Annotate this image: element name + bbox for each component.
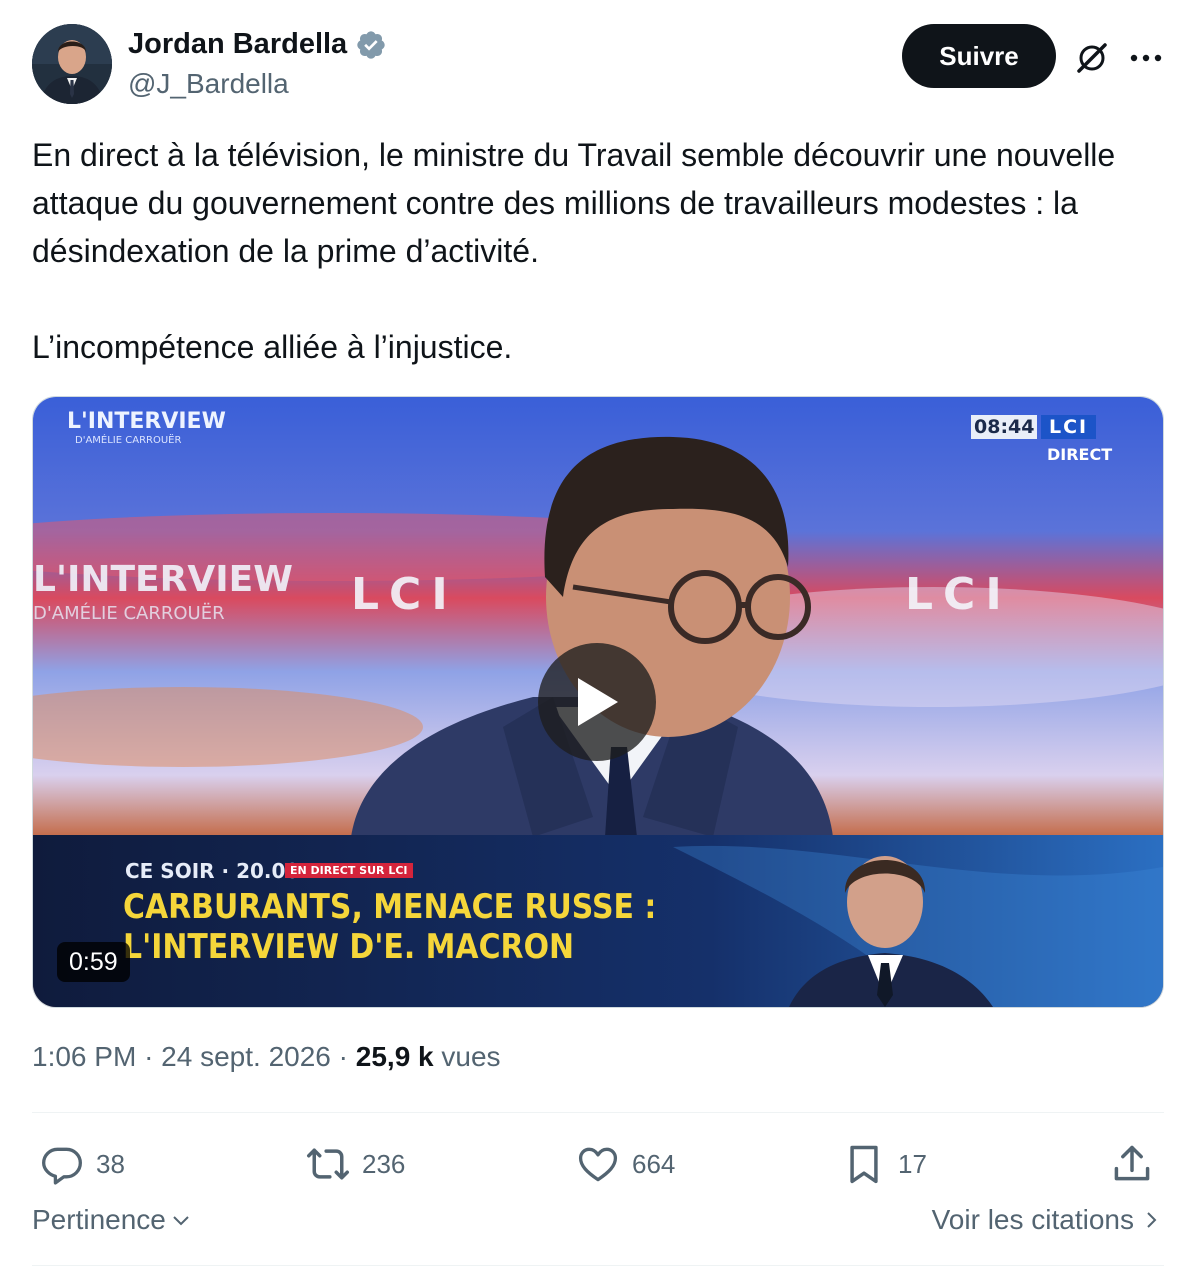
tweet-date[interactable]: 24 sept. 2026 [161, 1041, 331, 1072]
retweet-icon [307, 1148, 349, 1180]
views-count: 25,9 k [355, 1041, 434, 1072]
backdrop-logo: LCI [905, 569, 1012, 620]
chevron-down-icon [173, 1216, 189, 1226]
bookmark-count: 17 [898, 1148, 927, 1179]
live-label: DIRECT [1047, 445, 1113, 464]
chevron-right-icon [1147, 1212, 1157, 1228]
backdrop-logo: LCI [351, 569, 458, 620]
headline-line-2: L'INTERVIEW D'E. MACRON [123, 927, 575, 967]
show-title: L'INTERVIEW [67, 409, 226, 434]
bookmark-icon [850, 1145, 878, 1184]
share-button[interactable] [1110, 1136, 1154, 1192]
headline-line-1: CARBURANTS, MENACE RUSSE : [123, 887, 657, 927]
play-button[interactable] [538, 643, 656, 761]
tweet-text: En direct à la télévision, le ministre d… [32, 131, 1142, 371]
more-options-icon[interactable] [1126, 38, 1166, 78]
reply-button[interactable]: 38 [40, 1136, 125, 1192]
retweet-button[interactable]: 236 [306, 1136, 405, 1192]
clock: 08:44 [971, 415, 1038, 439]
meta-separator: · [338, 1041, 348, 1072]
meta-separator: · [144, 1041, 154, 1072]
divider [32, 1265, 1164, 1266]
verified-badge-icon [357, 30, 385, 59]
tweet-meta: 1:06 PM · 24 sept. 2026 · 25,9 k vues [32, 1041, 501, 1073]
backdrop-title: L'INTERVIEW [33, 559, 293, 600]
tweet-time[interactable]: 1:06 PM [32, 1041, 136, 1072]
play-icon [578, 678, 618, 726]
backdrop-subtitle: D'AMÉLIE CARROUËR [33, 603, 225, 624]
tweet-paragraph: L’incompétence alliée à l’injustice. [32, 329, 513, 365]
author-name-row: Jordan Bardella [128, 28, 387, 61]
channel-logo: LCI [1041, 415, 1097, 439]
sort-label: Pertinence [32, 1204, 166, 1235]
retweet-count: 236 [362, 1148, 406, 1179]
like-button[interactable]: 664 [576, 1136, 675, 1192]
bookmark-button[interactable]: 17 [842, 1136, 927, 1192]
share-icon [1114, 1145, 1150, 1181]
author-name[interactable]: Jordan Bardella [128, 28, 347, 61]
tweet-header: Jordan Bardella @J_Bardella Suivre [32, 24, 1164, 106]
follow-button[interactable]: Suivre [902, 24, 1056, 88]
show-subtitle: D'AMÉLIE CARROUËR [75, 435, 182, 446]
avatar[interactable] [32, 24, 112, 104]
sort-dropdown[interactable]: Pertinence [32, 1204, 192, 1236]
view-quotes-link[interactable]: Voir les citations [932, 1204, 1160, 1236]
grok-icon[interactable] [1072, 38, 1112, 78]
heart-icon [578, 1147, 618, 1182]
lower-third-badge: EN DIRECT SUR LCI [285, 863, 413, 878]
author-handle[interactable]: @J_Bardella [128, 68, 289, 100]
video-duration: 0:59 [57, 942, 130, 982]
like-count: 664 [632, 1148, 676, 1179]
reply-count: 38 [96, 1148, 125, 1179]
lower-third-time: CE SOIR · 20.00 [125, 859, 300, 883]
tweet-paragraph: En direct à la télévision, le ministre d… [32, 137, 1116, 269]
video-player[interactable]: L'INTERVIEW D'AMÉLIE CARROUËR 08:44 LCI … [32, 396, 1164, 1008]
views-label: vues [441, 1041, 501, 1072]
reply-icon [42, 1147, 82, 1185]
action-bar: 38 236 664 17 [32, 1136, 1164, 1192]
divider [32, 1112, 1164, 1113]
quotes-label: Voir les citations [931, 1204, 1134, 1235]
